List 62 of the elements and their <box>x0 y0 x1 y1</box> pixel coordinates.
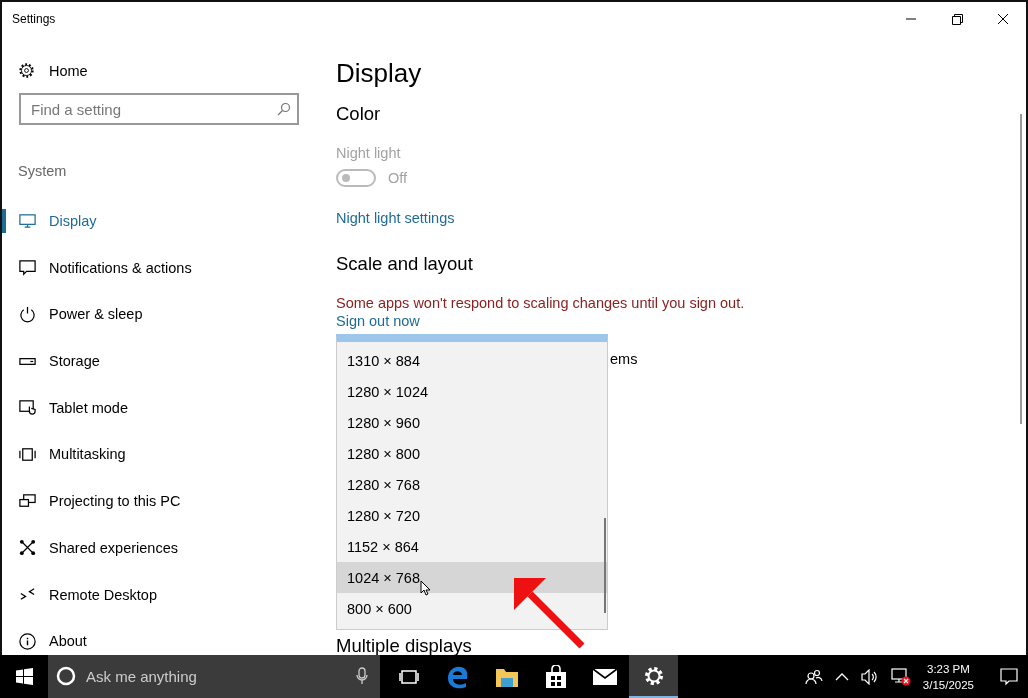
speech-bubble-icon <box>18 258 37 278</box>
dropdown-option[interactable]: 1280 × 768 <box>337 469 607 500</box>
partial-text: ems <box>610 351 638 367</box>
sidebar-item[interactable]: Remote Desktop <box>2 581 320 608</box>
date-text: 3/15/2025 <box>922 677 974 693</box>
sidebar-item[interactable]: Multitasking <box>2 441 320 468</box>
home-link[interactable]: Home <box>18 62 88 79</box>
monitor-icon <box>18 211 37 231</box>
windows-start-icon[interactable] <box>15 668 33 685</box>
sidebar-item[interactable]: About <box>2 628 320 655</box>
dropdown-option[interactable]: 1310 × 884 <box>337 345 607 376</box>
search-field[interactable]: Find a setting <box>19 93 299 125</box>
section-heading: System <box>18 163 68 179</box>
sidebar-item[interactable]: Shared experiences <box>2 534 320 561</box>
circle-icon <box>56 666 76 686</box>
envelope-icon <box>591 667 618 686</box>
power-icon <box>18 304 37 324</box>
sidebar-item[interactable]: Projecting to this PC <box>2 488 320 515</box>
dropdown-option[interactable]: 800 × 600 <box>337 593 607 624</box>
speaker-icon[interactable] <box>860 668 879 685</box>
scrollbar[interactable] <box>1020 114 1022 424</box>
gear-icon <box>642 664 665 687</box>
notification-icon[interactable] <box>1000 667 1018 686</box>
microphone-icon <box>356 667 368 685</box>
window-title: Settings <box>12 12 56 26</box>
section-heading: Multiple displays <box>336 635 473 657</box>
sidebar-item[interactable]: Tablet mode <box>2 394 320 421</box>
toggle-state: Off <box>388 170 408 186</box>
section-heading: Color <box>336 103 382 125</box>
dropdown-option[interactable]: 1280 × 1024 <box>337 376 607 407</box>
dropdown-option[interactable]: 1280 × 720 <box>337 500 607 531</box>
page-title: Display <box>336 58 423 89</box>
search-icon <box>277 102 291 116</box>
tablet-hand-icon <box>18 398 37 418</box>
network-error-icon[interactable] <box>890 667 911 686</box>
time-text: 3:23 PM <box>927 661 970 677</box>
chevron-up-icon[interactable] <box>834 671 849 682</box>
browser-e-icon <box>445 664 470 689</box>
info-icon <box>18 631 37 651</box>
network-nodes-icon <box>18 538 37 558</box>
setting-label: Night light <box>336 145 402 161</box>
task-view-icon <box>398 668 419 685</box>
taskbar-button[interactable] <box>629 655 678 698</box>
dropdown-option[interactable]: 1152 × 864 <box>337 531 607 562</box>
dropdown-option[interactable]: 1280 × 960 <box>337 407 607 438</box>
shopping-bag-icon <box>544 664 567 689</box>
warning-text: Some apps won't respond to scaling changes until you sign out. <box>336 295 746 311</box>
section-heading: Scale and layout <box>336 253 474 275</box>
sidebar-item[interactable]: Display <box>2 208 320 234</box>
night-light-settings-link[interactable]: Night light settings <box>336 210 455 226</box>
sign-out-link[interactable]: Sign out now <box>336 313 420 329</box>
dropdown-option[interactable]: 1024 × 768 <box>337 562 607 593</box>
mouse-cursor-icon <box>420 580 431 596</box>
sidebar-item[interactable]: Power & sleep <box>2 301 320 328</box>
dropdown-option[interactable]: 1280 × 800 <box>337 438 607 469</box>
clock[interactable]: 3:23 PM 3/15/2025 <box>922 660 974 693</box>
people-icon[interactable] <box>804 668 823 685</box>
gear-icon <box>18 62 35 79</box>
scrollbar[interactable] <box>604 518 606 613</box>
sidebar-item[interactable]: Storage <box>2 348 320 375</box>
sidebar-item[interactable]: Notifications & actions <box>2 254 320 281</box>
taskbar-search-field[interactable]: Ask me anything <box>48 655 380 698</box>
